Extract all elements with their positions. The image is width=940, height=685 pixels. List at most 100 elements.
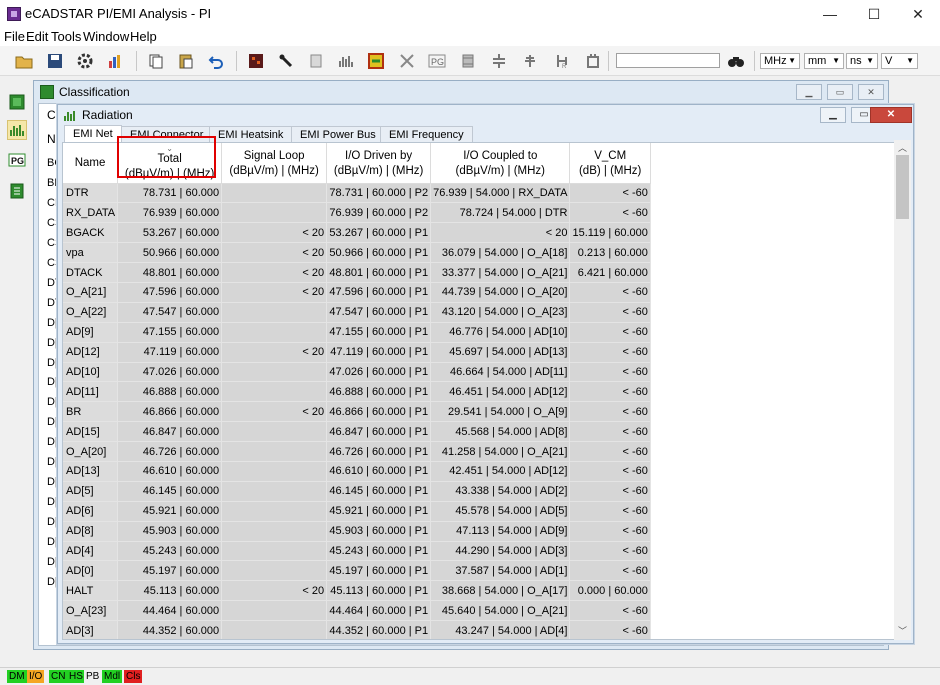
cell-name[interactable]: vpa: [63, 242, 119, 264]
cell-total[interactable]: 45.243 | 60.000: [117, 541, 223, 562]
cell-io-driven-by[interactable]: 47.119 | 60.000 | P1: [326, 342, 432, 363]
cell-v-cm[interactable]: < -60: [569, 441, 651, 462]
cell-total[interactable]: 45.921 | 60.000: [117, 501, 223, 522]
cell-signal-loop[interactable]: < 20: [221, 242, 328, 264]
cell-signal-loop[interactable]: [221, 322, 328, 343]
cell-total[interactable]: 44.352 | 60.000: [117, 620, 223, 639]
cell-signal-loop[interactable]: [221, 620, 328, 639]
cell-name[interactable]: O_A[22]: [63, 302, 119, 323]
cell-io-coupled-to[interactable]: 43.247 | 54.000 | AD[4]: [430, 620, 571, 639]
cell-name[interactable]: AD[10]: [63, 362, 119, 383]
cell-v-cm[interactable]: < -60: [569, 342, 651, 363]
cell-signal-loop[interactable]: [221, 481, 328, 502]
tab-emi-frequency[interactable]: EMI Frequency: [380, 126, 473, 143]
classification-close-button[interactable]: ✕: [858, 84, 884, 100]
cell-signal-loop[interactable]: [221, 600, 328, 622]
cell-io-driven-by[interactable]: 45.113 | 60.000 | P1: [326, 580, 432, 602]
cell-v-cm[interactable]: < -60: [569, 421, 651, 443]
cell-name[interactable]: BR: [63, 401, 119, 423]
cell-v-cm[interactable]: < -60: [569, 560, 651, 582]
cell-name[interactable]: O_A[21]: [63, 282, 119, 303]
column-header-v-cm[interactable]: V_CM (dB) | (MHz): [569, 143, 651, 184]
cell-io-coupled-to[interactable]: < 20: [430, 222, 571, 244]
cell-io-driven-by[interactable]: 48.801 | 60.000 | P1: [326, 262, 432, 283]
cell-signal-loop[interactable]: [221, 521, 328, 542]
table-row[interactable]: BR 46.866 | 60.000 < 20 46.866 | 60.000 | P…: [63, 401, 651, 423]
cell-v-cm[interactable]: < -60: [569, 282, 651, 303]
table-row[interactable]: AD[13] 46.610 | 60.000 46.610 | 60.000 | P…: [63, 461, 651, 482]
table-row[interactable]: AD[15] 46.847 | 60.000 46.847 | 60.000 | P…: [63, 421, 651, 443]
cell-io-coupled-to[interactable]: 46.776 | 54.000 | AD[10]: [430, 322, 571, 343]
column-header-name[interactable]: Name: [63, 143, 119, 184]
cell-v-cm[interactable]: 6.421 | 60.000: [569, 262, 651, 283]
pcb-icon[interactable]: [366, 51, 386, 71]
cell-signal-loop[interactable]: [221, 461, 328, 482]
cell-total[interactable]: 45.903 | 60.000: [117, 521, 223, 542]
cell-total[interactable]: 46.145 | 60.000: [117, 481, 223, 502]
cell-total[interactable]: 48.801 | 60.000: [117, 262, 223, 283]
cell-v-cm[interactable]: < -60: [569, 521, 651, 542]
cell-io-driven-by[interactable]: 76.939 | 60.000 | P2: [326, 202, 432, 224]
cell-io-driven-by[interactable]: 46.610 | 60.000 | P1: [326, 461, 432, 482]
cell-io-driven-by[interactable]: 45.243 | 60.000 | P1: [326, 541, 432, 562]
cell-io-coupled-to[interactable]: 29.541 | 54.000 | O_A[9]: [430, 401, 571, 423]
cell-total[interactable]: 46.847 | 60.000: [117, 421, 223, 443]
board-view-icon[interactable]: [7, 92, 27, 112]
cell-io-coupled-to[interactable]: 78.724 | 54.000 | DTR: [430, 202, 571, 224]
cell-v-cm[interactable]: < -60: [569, 362, 651, 383]
cell-name[interactable]: AD[13]: [63, 461, 119, 482]
cell-signal-loop[interactable]: < 20: [221, 342, 328, 363]
cell-signal-loop[interactable]: < 20: [221, 262, 328, 283]
cell-total[interactable]: 46.888 | 60.000: [117, 381, 223, 403]
chart-icon[interactable]: [105, 51, 125, 71]
cell-io-coupled-to[interactable]: 46.664 | 54.000 | AD[11]: [430, 362, 571, 383]
cell-total[interactable]: 50.966 | 60.000: [117, 242, 223, 264]
cell-name[interactable]: AD[5]: [63, 481, 119, 502]
cell-total[interactable]: 78.731 | 60.000: [117, 183, 223, 204]
length-unit-select[interactable]: mm ▼: [804, 53, 844, 69]
cell-io-driven-by[interactable]: 44.464 | 60.000 | P1: [326, 600, 432, 622]
cell-v-cm[interactable]: < -60: [569, 401, 651, 423]
cell-signal-loop[interactable]: < 20: [221, 401, 328, 423]
cell-signal-loop[interactable]: [221, 441, 328, 462]
cell-v-cm[interactable]: < -60: [569, 302, 651, 323]
cell-total[interactable]: 47.026 | 60.000: [117, 362, 223, 383]
cell-v-cm[interactable]: 0.213 | 60.000: [569, 242, 651, 264]
cell-io-coupled-to[interactable]: 42.451 | 54.000 | AD[12]: [430, 461, 571, 482]
status-badge-pb[interactable]: PB: [84, 670, 102, 683]
table-row[interactable]: AD[5] 46.145 | 60.000 46.145 | 60.000 | P1…: [63, 481, 651, 502]
cell-io-coupled-to[interactable]: 45.568 | 54.000 | AD[8]: [430, 421, 571, 443]
table-row[interactable]: AD[6] 45.921 | 60.000 45.921 | 60.000 | P1…: [63, 501, 651, 522]
column-header-signal-loop[interactable]: Signal Loop (dBµV/m) | (MHz): [221, 143, 328, 184]
table-row[interactable]: O_A[20] 46.726 | 60.000 46.726 | 60.000 | …: [63, 441, 651, 462]
cell-name[interactable]: BGACK: [63, 222, 119, 244]
cell-v-cm[interactable]: 0.000 | 60.000: [569, 580, 651, 602]
cell-signal-loop[interactable]: [221, 302, 328, 323]
table-row[interactable]: vpa 50.966 | 60.000 < 20 50.966 | 60.000 | …: [63, 242, 651, 264]
cell-name[interactable]: RX_DATA: [63, 202, 119, 224]
cell-name[interactable]: AD[12]: [63, 342, 119, 363]
cell-name[interactable]: O_A[20]: [63, 441, 119, 462]
table-row[interactable]: AD[9] 47.155 | 60.000 47.155 | 60.000 | P1…: [63, 322, 651, 343]
component-icon[interactable]: [306, 51, 326, 71]
cell-v-cm[interactable]: 15.119 | 60.000: [569, 222, 651, 244]
cell-io-driven-by[interactable]: 45.921 | 60.000 | P1: [326, 501, 432, 522]
tab-emi-net[interactable]: EMI Net: [64, 125, 122, 143]
tab-emi-power-bus[interactable]: EMI Power Bus: [291, 126, 385, 143]
cell-io-coupled-to[interactable]: 45.640 | 54.000 | O_A[21]: [430, 600, 571, 622]
cell-io-driven-by[interactable]: 53.267 | 60.000 | P1: [326, 222, 432, 244]
cell-io-driven-by[interactable]: 44.352 | 60.000 | P1: [326, 620, 432, 639]
cell-name[interactable]: AD[4]: [63, 541, 119, 562]
cell-io-coupled-to[interactable]: 38.668 | 54.000 | O_A[17]: [430, 580, 571, 602]
copy-icon[interactable]: [146, 51, 166, 71]
table-row[interactable]: RX_DATA 76.939 | 60.000 76.939 | 60.000 | …: [63, 202, 651, 224]
cell-io-coupled-to[interactable]: 43.120 | 54.000 | O_A[23]: [430, 302, 571, 323]
pg-icon[interactable]: PG: [427, 51, 447, 71]
cell-io-coupled-to[interactable]: 41.258 | 54.000 | O_A[21]: [430, 441, 571, 462]
cell-v-cm[interactable]: < -60: [569, 600, 651, 622]
status-badge-cls[interactable]: Cls: [124, 670, 143, 683]
cell-total[interactable]: 46.610 | 60.000: [117, 461, 223, 482]
tab-emi-connector[interactable]: EMI Connector: [121, 126, 213, 143]
table-row[interactable]: DTACK 48.801 | 60.000 < 20 48.801 | 60.000 …: [63, 262, 651, 283]
table-row[interactable]: AD[10] 47.026 | 60.000 47.026 | 60.000 | P…: [63, 362, 651, 383]
